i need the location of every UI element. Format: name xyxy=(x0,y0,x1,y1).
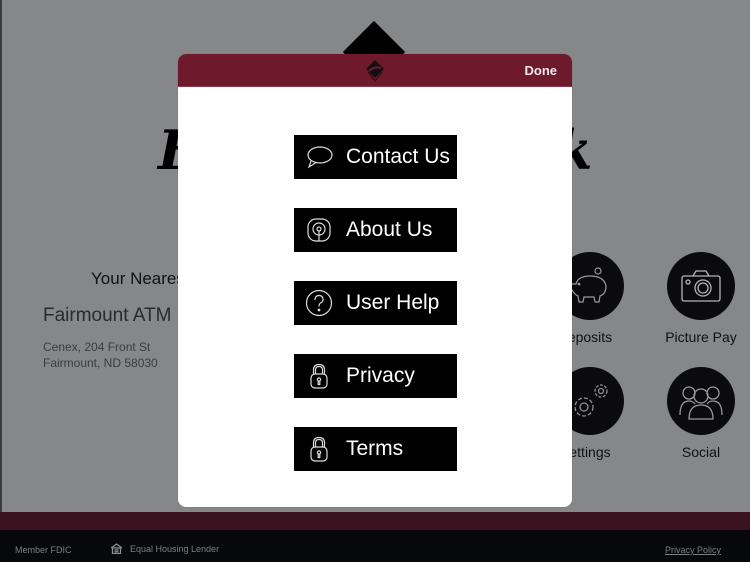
done-button[interactable]: Done xyxy=(525,63,558,78)
info-modal: Done Contact Us About Us User Help Priva… xyxy=(178,54,572,507)
privacy-label: Privacy xyxy=(346,364,415,387)
about-us-button[interactable]: About Us xyxy=(294,208,457,252)
atm-name: Fairmount ATM xyxy=(43,305,172,326)
camera-icon xyxy=(667,252,735,320)
modal-header: Done xyxy=(178,54,572,87)
footer: Member FDIC Equal Housing Lender Privacy… xyxy=(0,530,750,562)
atm-address-line1: Cenex, 204 Front St xyxy=(43,340,151,354)
tile-social-label: Social xyxy=(681,444,721,460)
left-edge xyxy=(0,0,2,512)
about-us-label: About Us xyxy=(346,218,433,241)
terms-label: Terms xyxy=(346,437,404,460)
user-help-label: User Help xyxy=(346,291,440,314)
atm-address-line2: Fairmount, ND 58030 xyxy=(43,356,158,370)
contact-us-button[interactable]: Contact Us xyxy=(294,135,457,179)
equal-housing-icon xyxy=(110,543,123,554)
padlock-icon xyxy=(304,361,334,391)
user-help-button[interactable]: User Help xyxy=(294,281,457,325)
contact-us-label: Contact Us xyxy=(346,145,450,168)
padlock-icon xyxy=(304,434,334,464)
people-icon xyxy=(667,367,735,435)
footer-band xyxy=(0,512,750,530)
privacy-button[interactable]: Privacy xyxy=(294,354,457,398)
question-circle-icon xyxy=(304,288,334,318)
tile-picture-pay-label: Picture Pay xyxy=(665,329,737,345)
terms-button[interactable]: Terms xyxy=(294,427,457,471)
equal-housing-label: Equal Housing Lender xyxy=(130,543,220,554)
info-menu: Contact Us About Us User Help Privacy Te… xyxy=(294,135,457,500)
tile-social: Social xyxy=(656,367,746,460)
info-badge-icon xyxy=(304,215,334,245)
nearest-atm-label: Your Neares xyxy=(91,269,185,288)
tile-picture-pay: Picture Pay xyxy=(656,252,746,345)
atm-address: Cenex, 204 Front St Fairmount, ND 58030 xyxy=(43,339,158,371)
equal-housing-lender: Equal Housing Lender xyxy=(110,543,219,554)
bank-logo-icon xyxy=(366,60,384,82)
member-fdic-label: Member FDIC xyxy=(15,545,72,555)
privacy-policy-link[interactable]: Privacy Policy xyxy=(665,545,721,555)
speech-bubble-icon xyxy=(304,142,334,172)
